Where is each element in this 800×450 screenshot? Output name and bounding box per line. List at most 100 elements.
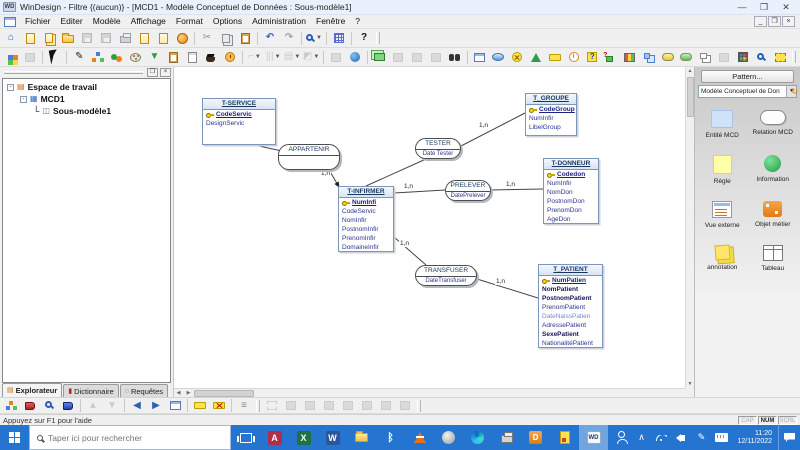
diagram-canvas[interactable]: 1,11,n1,n1,n1,n1,n1,nT-SERVICECodeServic… [174, 67, 694, 397]
tree-item-espace-de-travail[interactable]: -▤Espace de travail [3, 81, 170, 93]
label-shape-button[interactable] [546, 49, 564, 65]
taskbar-word-button[interactable]: W [318, 425, 347, 450]
toolbar-grip[interactable] [376, 32, 380, 44]
clipboard-check-button[interactable] [164, 49, 182, 65]
requests-book-button[interactable] [59, 398, 77, 414]
palette-item-external-view[interactable]: Vue externe [698, 201, 746, 229]
taskbar-vlc-button[interactable] [405, 425, 434, 450]
taskbar-file-explorer-button[interactable] [347, 425, 376, 450]
toolbar-grip[interactable] [417, 400, 421, 412]
navigate-back-button[interactable]: ◀ [128, 398, 146, 414]
paste-button[interactable] [236, 30, 254, 46]
palette-item-information[interactable]: Information [749, 155, 797, 185]
scroll-right-icon[interactable]: ▶ [184, 389, 193, 397]
grayed-tool-8-button[interactable] [396, 398, 414, 414]
palette-item-table[interactable]: Tableau [749, 245, 797, 272]
tray-people-button[interactable] [611, 425, 631, 450]
import-document-button[interactable] [154, 30, 172, 46]
wizard-button[interactable] [202, 49, 220, 65]
mdi-minimize-button[interactable]: _ [754, 16, 767, 27]
horizontal-scroll-thumb[interactable] [194, 390, 254, 397]
blue-shapes-button[interactable] [640, 49, 658, 65]
align-center-button[interactable]: |||▼ [264, 49, 282, 65]
navigate-button[interactable] [346, 49, 364, 65]
export-document-button[interactable] [135, 30, 153, 46]
hierarchy-button[interactable] [89, 49, 107, 65]
menu-options[interactable]: Options [208, 15, 247, 28]
horizontal-scrollbar[interactable]: ◀ ▶ [174, 388, 685, 397]
mdi-close-button[interactable]: × [782, 16, 795, 27]
yellow-pill-button[interactable] [659, 49, 677, 65]
palette-item-annotation[interactable]: annotation [698, 245, 746, 272]
zoom-button[interactable]: ▼ [305, 30, 323, 46]
shapes-button[interactable] [108, 49, 126, 65]
association-line[interactable] [366, 159, 426, 186]
relation-tester[interactable]: TESTERDate Tester [415, 138, 461, 159]
panel-grip[interactable] [4, 71, 143, 74]
navigate-forward-button[interactable]: ▶ [147, 398, 165, 414]
pattern-button[interactable]: Pattern... [701, 70, 794, 83]
align-distribute-dropdown-icon[interactable]: ▼ [294, 54, 300, 60]
context-help-button[interactable]: ? [355, 30, 373, 46]
open-folder-button[interactable] [59, 30, 77, 46]
explorer-tree-button[interactable] [2, 398, 20, 414]
taskbar-access-button[interactable]: A [260, 425, 289, 450]
magnifier-button[interactable] [753, 49, 771, 65]
menu-editer[interactable]: Editer [56, 15, 88, 28]
menu-format[interactable]: Format [171, 15, 208, 28]
draw-pen-button[interactable]: ✎ [70, 49, 88, 65]
mosaic-button[interactable] [734, 49, 752, 65]
tray-volume-button[interactable] [671, 425, 691, 450]
new-document-button[interactable] [21, 30, 39, 46]
start-button[interactable] [0, 425, 29, 450]
search-input[interactable] [48, 433, 223, 443]
diagram-page[interactable]: 1,11,n1,n1,n1,n1,n1,nT-SERVICECodeServic… [174, 67, 685, 388]
align-size-button[interactable]: ◩▼ [302, 49, 320, 65]
shape-tool-2-button[interactable] [408, 49, 426, 65]
tray-hidden-icons-chevron-button[interactable]: ∧ [631, 425, 651, 450]
scroll-left-icon[interactable]: ◀ [174, 389, 183, 397]
menu-fichier[interactable]: Fichier [20, 15, 56, 28]
cut-button[interactable]: ✂ [198, 30, 216, 46]
save-all-button[interactable] [97, 30, 115, 46]
vertical-scroll-thumb[interactable] [687, 77, 694, 117]
selection-cursor-button[interactable] [46, 49, 64, 65]
align-center-dropdown-icon[interactable]: ▼ [275, 54, 281, 60]
mdi-restore-button[interactable]: ❒ [768, 16, 781, 27]
redo-button[interactable]: ↷ [280, 30, 298, 46]
tree-expand-icon[interactable]: - [20, 96, 27, 103]
copy-document-button[interactable] [40, 30, 58, 46]
palette-refresh-icon[interactable]: ↻ [791, 87, 798, 96]
menu-affichage[interactable]: Affichage [126, 15, 171, 28]
menu-modle[interactable]: Modèle [88, 15, 126, 28]
select-region-button[interactable] [771, 49, 789, 65]
shape-tool-1-button[interactable] [389, 49, 407, 65]
taskbar-fax-printer-button[interactable] [492, 425, 521, 450]
tray-touch-keyboard-button[interactable] [711, 425, 731, 450]
triangle-shape-button[interactable] [527, 49, 545, 65]
relation-appartenir[interactable]: APPARTENIR [278, 144, 340, 170]
grayed-tool-5-button[interactable] [339, 398, 357, 414]
grayed-tool-7-button[interactable] [377, 398, 395, 414]
menu-fentre[interactable]: Fenêtre [311, 15, 350, 28]
tray-network-button[interactable] [651, 425, 671, 450]
page-view-button[interactable] [166, 398, 184, 414]
group-objects-button[interactable] [715, 49, 733, 65]
palette-item-business-object[interactable]: Objet métier [749, 201, 797, 229]
taskbar-task-view-button[interactable] [231, 425, 260, 450]
history-clock-button[interactable] [221, 49, 239, 65]
align-left-dropdown-icon[interactable]: ▼ [255, 54, 261, 60]
home-button[interactable]: ⌂ [2, 30, 20, 46]
palette-item-entity-mcd[interactable]: Entité MCD [698, 110, 746, 139]
vertical-scrollbar[interactable]: ▲ ▼ [685, 67, 694, 388]
publish-web-button[interactable] [173, 30, 191, 46]
association-line[interactable] [394, 190, 445, 193]
tree-item-sous-mod-le1[interactable]: └◫Sous-modèle1 [3, 105, 170, 117]
relation-prelever[interactable]: PRELEVERDatePrelever [445, 180, 491, 201]
placeholder-button[interactable] [21, 49, 39, 65]
association-line[interactable] [477, 279, 538, 298]
information-shape-button[interactable]: i [565, 49, 583, 65]
grayed-tool-6-button[interactable] [358, 398, 376, 414]
ellipse-shape-button[interactable] [489, 49, 507, 65]
taskbar-windesign-button[interactable]: WD [579, 425, 608, 450]
